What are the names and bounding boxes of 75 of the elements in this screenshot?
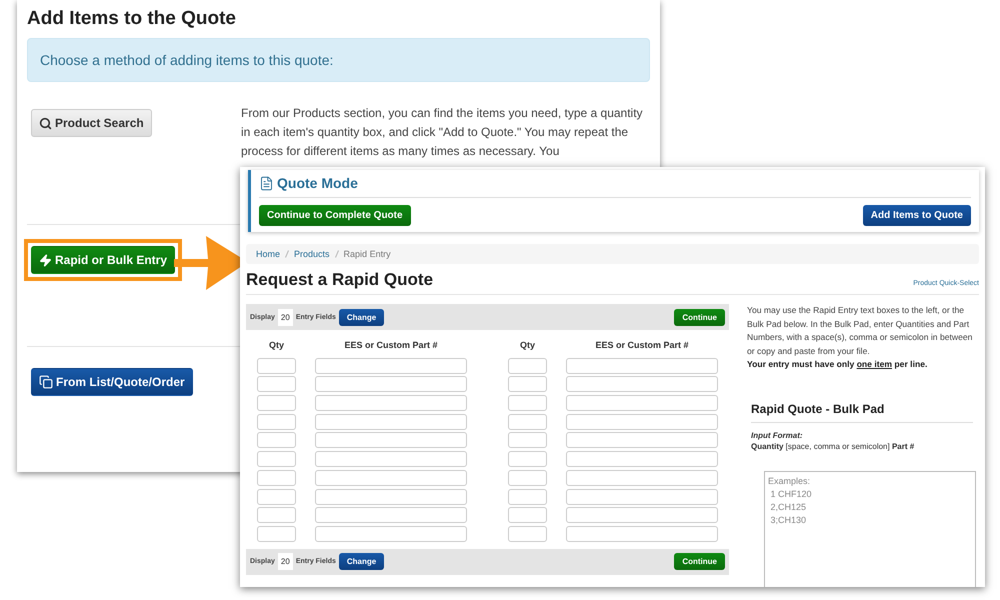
continue-button[interactable]: Continue xyxy=(674,308,725,326)
part-number-field[interactable] xyxy=(315,451,467,468)
part-number-field[interactable] xyxy=(566,395,718,412)
part-number-field[interactable] xyxy=(315,432,467,448)
part-number-field[interactable] xyxy=(566,432,718,448)
part-number-field[interactable] xyxy=(315,414,467,430)
change-button[interactable]: Change xyxy=(338,308,384,326)
quantity-field[interactable] xyxy=(257,358,296,374)
quantity-field[interactable] xyxy=(508,414,547,430)
format-label: Input Format: xyxy=(751,430,804,440)
page-title: Request a Rapid Quote xyxy=(246,270,434,290)
complete-quote-button[interactable]: Continue to Complete Quote xyxy=(259,205,411,226)
method-button[interactable]: Rapid or Bulk Entry xyxy=(31,246,176,274)
method-button[interactable]: Product Search xyxy=(31,109,152,137)
breadcrumb-current: Rapid Entry xyxy=(344,249,391,259)
part-number-field[interactable] xyxy=(315,526,467,542)
part-number-field[interactable] xyxy=(566,526,718,542)
column-header: Qty xyxy=(518,340,536,350)
part-number-field[interactable] xyxy=(315,395,467,412)
quantity-field[interactable] xyxy=(257,488,296,504)
quantity-field[interactable] xyxy=(508,358,547,374)
quantity-field[interactable] xyxy=(257,526,296,542)
column-header: EES or Custom Part # xyxy=(594,340,690,350)
part-number-field[interactable] xyxy=(315,488,467,504)
change-button[interactable]: Change xyxy=(338,553,384,570)
quantity-field[interactable] xyxy=(508,376,547,392)
copy-icon xyxy=(39,375,53,389)
window-title: Add Items to the Quote xyxy=(27,8,237,30)
quantity-field[interactable] xyxy=(508,507,547,524)
quantity-field[interactable] xyxy=(508,526,547,542)
method-description: From our Products section, you can find the items you need, type a quantity in each item's quantity box, and click "Add to Quote." You may repeat the process for different items as many times as necessary. You xyxy=(241,105,644,160)
part-number-field[interactable] xyxy=(315,358,467,374)
part-number-field[interactable] xyxy=(315,507,467,524)
quantity-field[interactable] xyxy=(257,470,296,486)
info-notice: Choose a method of adding items to this quote: xyxy=(27,38,650,82)
quantity-field[interactable] xyxy=(257,432,296,448)
quantity-field[interactable] xyxy=(508,451,547,468)
bulk-pad-title: Rapid Quote - Bulk Pad xyxy=(751,402,973,422)
bulk-pad-field[interactable]: Examples: 1 CHF120 2,CH125 3;CH130 xyxy=(764,470,976,587)
lightning-icon xyxy=(39,254,52,266)
search-icon xyxy=(39,116,52,130)
quantity-field[interactable] xyxy=(257,414,296,430)
quantity-field[interactable] xyxy=(508,488,547,504)
part-number-field[interactable] xyxy=(566,488,718,504)
count-field[interactable]: 20 xyxy=(278,553,293,570)
quantity-field[interactable] xyxy=(508,470,547,486)
part-number-field[interactable] xyxy=(315,376,467,392)
format-text: Quantity [space, comma or semicolon] Part # xyxy=(751,442,916,450)
part-number-field[interactable] xyxy=(566,358,718,374)
quantity-field[interactable] xyxy=(257,451,296,468)
entry-rule-note: Your entry must have only one item per line. xyxy=(747,358,928,371)
column-header: EES or Custom Part # xyxy=(343,340,439,350)
method-button[interactable]: From List/Quote/Order xyxy=(31,368,193,396)
quantity-field[interactable] xyxy=(257,395,296,412)
continue-button[interactable]: Continue xyxy=(674,553,725,570)
document-icon xyxy=(259,176,274,190)
count-field[interactable]: 20 xyxy=(278,308,293,326)
quantity-field[interactable] xyxy=(257,376,296,392)
part-number-field[interactable] xyxy=(566,376,718,392)
quantity-field[interactable] xyxy=(508,432,547,448)
add-items-button[interactable]: Add Items to Quote xyxy=(862,205,971,226)
part-number-field[interactable] xyxy=(315,470,467,486)
breadcrumb-link[interactable]: Home xyxy=(256,249,280,259)
part-number-field[interactable] xyxy=(566,507,718,524)
quantity-field[interactable] xyxy=(257,507,296,524)
slash-icon xyxy=(285,250,290,258)
breadcrumb-link[interactable]: Products xyxy=(294,249,330,259)
quantity-field[interactable] xyxy=(508,395,547,412)
column-header: Qty xyxy=(268,340,285,350)
panel-title: Quote Mode xyxy=(277,175,358,191)
part-number-field[interactable] xyxy=(566,414,718,430)
part-number-field[interactable] xyxy=(566,451,718,468)
slash-icon xyxy=(334,250,339,258)
help-text: You may use the Rapid Entry text boxes to the left, or the Bulk Pad below. In the Bulk Pad, enter Quantities and Part Numbers, with a space(s), comma or semicolon in between or copy and paste from your file. xyxy=(747,304,974,358)
part-number-field[interactable] xyxy=(566,470,718,486)
